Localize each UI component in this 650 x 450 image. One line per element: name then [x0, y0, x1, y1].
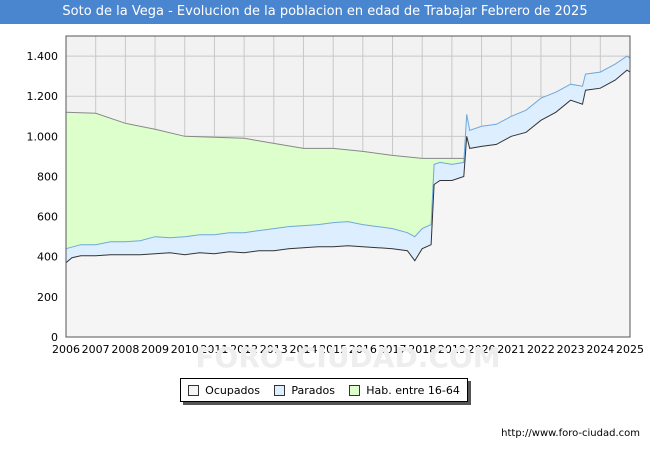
chart-svg: 02004006008001.0001.2001.4002006 2007 2008… [27, 35, 644, 374]
x-tick-label-2021: 2021 [497, 343, 525, 356]
y-tick-label-400: 400 [37, 251, 58, 264]
legend-label-ocupados: Ocupados [205, 383, 261, 397]
chart-title: Soto de la Vega - Evolucion de la poblac… [62, 4, 588, 19]
y-tick-label-200: 200 [37, 291, 58, 304]
x-tick-label-2022: 2022 [527, 343, 555, 356]
x-tick-label-2009: 2009 [141, 343, 169, 356]
legend-swatch-ocupados [188, 384, 200, 396]
legend-label-parados: Parados [291, 383, 335, 397]
watermark: FORO-CIUDAD.COM [195, 341, 500, 374]
legend-swatch-hab [349, 384, 361, 396]
legend-swatch-parados [274, 384, 286, 396]
legend: Ocupados Parados Hab. entre 16-64 [180, 378, 468, 402]
y-tick-label-1.200: 1.200 [27, 90, 59, 103]
x-tick-label-2008: 2008 [111, 343, 139, 356]
y-tick-label-800: 800 [37, 170, 58, 183]
legend-item-ocupados: Ocupados [188, 384, 260, 397]
x-tick-label-2024: 2024 [586, 343, 614, 356]
x-tick-label-2025: 2025 [616, 343, 644, 356]
x-tick-label-2006: 2006 [52, 343, 80, 356]
chart-frame: Soto de la Vega - Evolucion de la poblac… [0, 0, 650, 450]
source-url: http://www.foro-ciudad.com [501, 428, 640, 439]
y-tick-label-1.400: 1.400 [27, 50, 59, 63]
legend-item-parados: Parados [274, 384, 335, 397]
x-tick-label-2007: 2007 [82, 343, 110, 356]
legend-label-hab: Hab. entre 16-64 [366, 383, 460, 397]
y-tick-label-1.000: 1.000 [27, 130, 59, 143]
x-tick-label-2023: 2023 [557, 343, 585, 356]
y-tick-label-600: 600 [37, 211, 58, 224]
legend-item-hab: Hab. entre 16-64 [349, 384, 460, 397]
